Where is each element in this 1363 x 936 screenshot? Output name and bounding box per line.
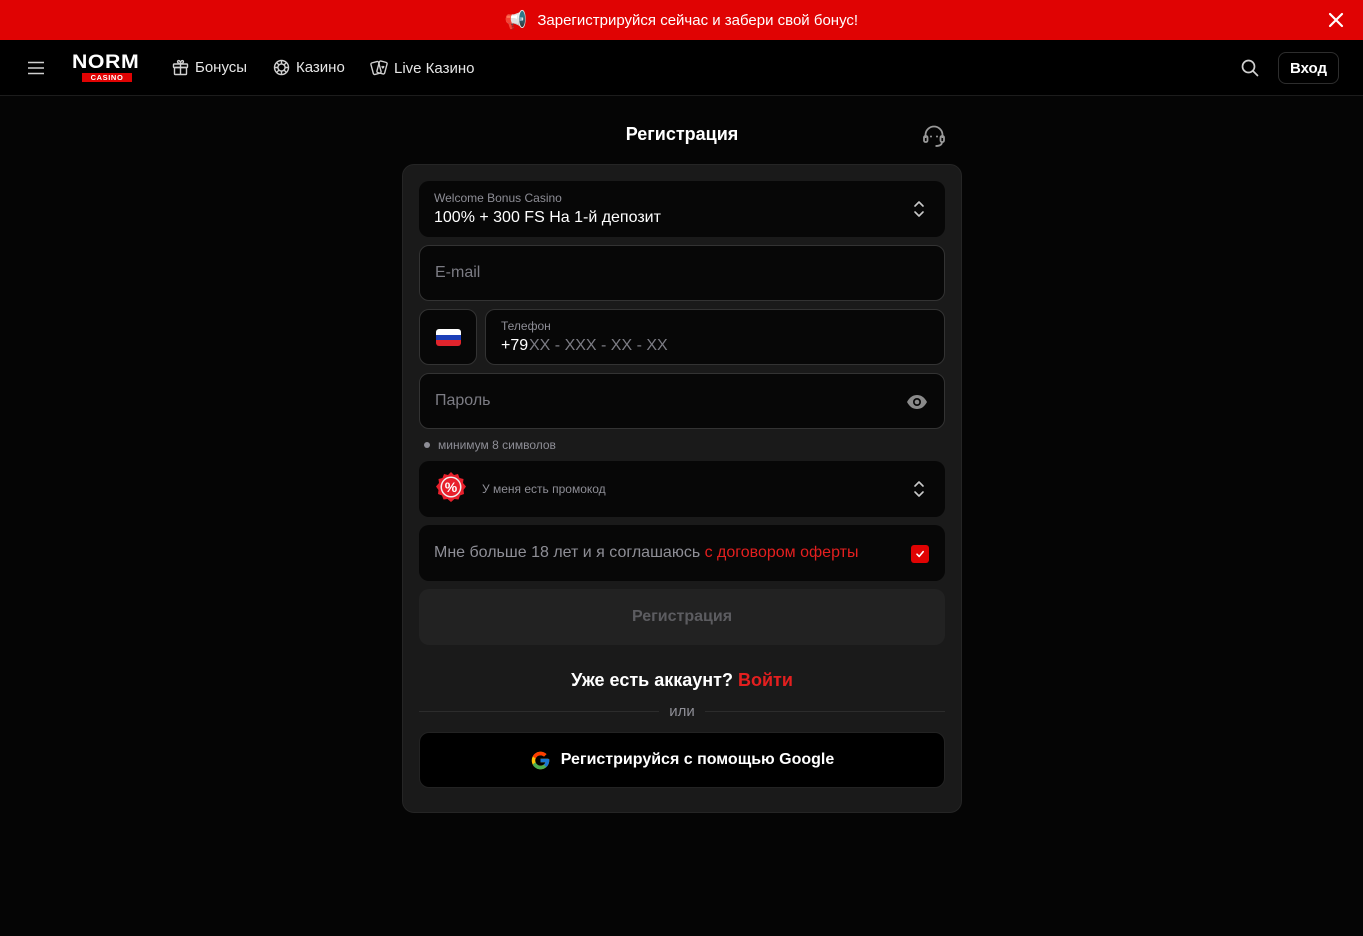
bonus-select-label: Welcome Bonus Casino	[434, 191, 562, 205]
email-field[interactable]: E-mail	[419, 245, 945, 301]
register-submit-button[interactable]: Регистрация	[419, 589, 945, 645]
svg-text:%: %	[445, 479, 458, 495]
nav-live-casino-label: Live Казино	[394, 59, 475, 77]
password-hint-text: минимум 8 символов	[438, 438, 556, 452]
casino-chip-icon	[273, 59, 290, 76]
password-hint: минимум 8 символов	[424, 438, 556, 452]
have-account-text: Уже есть аккаунт?	[571, 670, 733, 690]
promo-code-label: У меня есть промокод	[482, 482, 606, 496]
password-placeholder: Пароль	[435, 392, 491, 409]
phone-mask: XX - XXX - XX - XX	[529, 337, 668, 354]
nav-bonuses[interactable]: Бонусы	[172, 59, 247, 76]
logo[interactable]: NORM CASINO	[72, 53, 144, 82]
nav-live-casino[interactable]: Live Казино	[370, 59, 474, 77]
phone-field[interactable]: Телефон +79 XX - XXX - XX - XX	[485, 309, 945, 365]
russia-flag-icon	[436, 329, 461, 346]
promo-banner-text: Зарегистрируйся сейчас и забери свой бон…	[537, 11, 859, 29]
chevron-up-down-icon	[914, 201, 924, 217]
gift-icon	[172, 59, 189, 76]
cards-icon	[370, 60, 388, 76]
logo-subtitle: CASINO	[82, 73, 132, 82]
or-divider: или	[419, 701, 945, 721]
page-title: Регистрация	[625, 124, 739, 144]
registration-form: Welcome Bonus Casino 100% + 300 FS На 1-…	[402, 164, 962, 813]
promo-code-toggle[interactable]: % У меня есть промокод	[419, 461, 945, 517]
agreement-checkbox[interactable]	[911, 545, 929, 563]
menu-icon[interactable]	[28, 61, 44, 75]
login-link[interactable]: Войти	[738, 670, 793, 690]
hint-bullet-icon	[424, 442, 430, 448]
bonus-select[interactable]: Welcome Bonus Casino 100% + 300 FS На 1-…	[419, 181, 945, 237]
have-account-prompt: Уже есть аккаунт? Войти	[403, 670, 961, 691]
top-navigation: NORM CASINO Бонусы Казино Live Казино Вх…	[0, 40, 1363, 96]
chevron-up-down-icon	[914, 481, 924, 497]
support-headset-icon[interactable]	[921, 123, 947, 149]
google-signup-label: Регистрируйся с помощью Google	[560, 751, 835, 768]
logo-wordmark: NORM	[72, 52, 140, 73]
nav-casino[interactable]: Казино	[273, 59, 345, 76]
email-placeholder: E-mail	[435, 264, 481, 281]
bonus-select-value: 100% + 300 FS На 1-й депозит	[434, 209, 661, 226]
phone-prefix: +79	[501, 337, 529, 354]
country-code-select[interactable]	[419, 309, 477, 365]
eye-icon[interactable]	[906, 391, 928, 413]
checkmark-icon	[916, 550, 924, 558]
google-signup-button[interactable]: Регистрируйся с помощью Google	[419, 732, 945, 788]
close-icon[interactable]	[1327, 11, 1345, 29]
offer-agreement-link[interactable]: с договором оферты	[705, 544, 859, 561]
age-agreement: Мне больше 18 лет и я соглашаюсь с догов…	[419, 525, 945, 581]
nav-casino-label: Казино	[296, 59, 345, 76]
phone-label: Телефон	[501, 319, 551, 333]
nav-bonuses-label: Бонусы	[195, 59, 248, 76]
google-icon	[531, 751, 549, 769]
agreement-text: Мне больше 18 лет и я соглашаюсь с догов…	[434, 544, 858, 562]
agreement-statement: Мне больше 18 лет и я соглашаюсь	[434, 544, 705, 561]
percent-badge-icon: %	[436, 472, 466, 502]
promo-banner: 📢 Зарегистрируйся сейчас и забери свой б…	[0, 0, 1363, 40]
megaphone-icon: 📢	[504, 9, 528, 30]
divider-line-right	[705, 711, 945, 712]
password-field[interactable]: Пароль	[419, 373, 945, 429]
login-button[interactable]: Вход	[1278, 52, 1339, 84]
search-icon[interactable]	[1240, 58, 1260, 78]
